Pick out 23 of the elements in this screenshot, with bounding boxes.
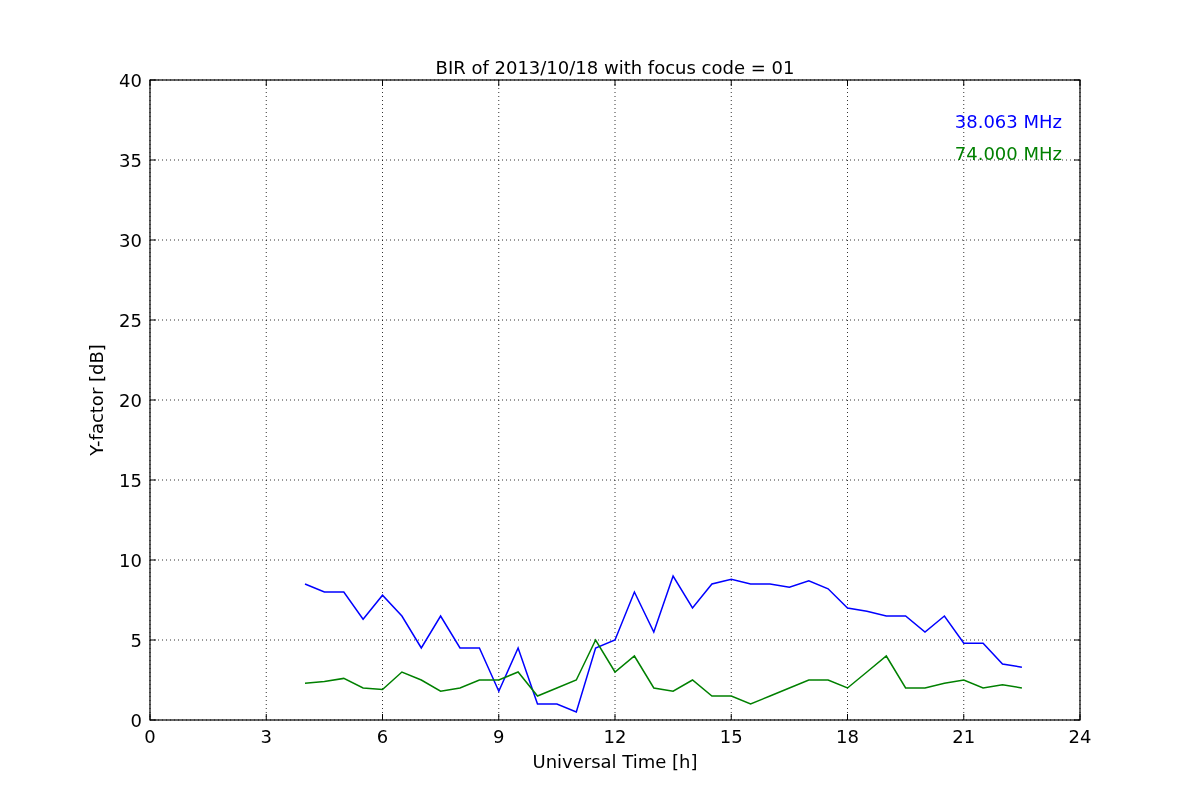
- x-tick-label: 6: [376, 726, 389, 747]
- x-tick-label: 24: [1068, 726, 1092, 747]
- x-axis-label: Universal Time [h]: [532, 751, 698, 772]
- x-tick-label: 15: [719, 726, 743, 747]
- y-tick-label: 15: [119, 470, 142, 491]
- y-tick-label: 10: [119, 550, 142, 571]
- legend-label: 74.000 MHz: [954, 143, 1062, 164]
- y-tick-label: 35: [119, 150, 142, 171]
- y-tick-label: 25: [119, 310, 142, 331]
- x-tick-label: 12: [603, 726, 627, 747]
- legend-label: 38.063 MHz: [954, 111, 1062, 132]
- y-tick-label: 30: [119, 230, 142, 251]
- x-tick-label: 18: [836, 726, 859, 747]
- y-tick-label: 20: [119, 390, 142, 411]
- chart-title: BIR of 2013/10/18 with focus code = 01: [435, 57, 795, 78]
- y-tick-label: 5: [130, 630, 142, 651]
- y-tick-label: 0: [130, 710, 142, 731]
- y-tick-label: 40: [119, 70, 142, 91]
- x-tick-label: 3: [260, 726, 272, 747]
- x-tick-label: 21: [952, 726, 976, 747]
- x-tick-label: 0: [144, 726, 156, 747]
- x-tick-label: 9: [493, 726, 505, 747]
- y-axis-label: Y-factor [dB]: [86, 344, 107, 456]
